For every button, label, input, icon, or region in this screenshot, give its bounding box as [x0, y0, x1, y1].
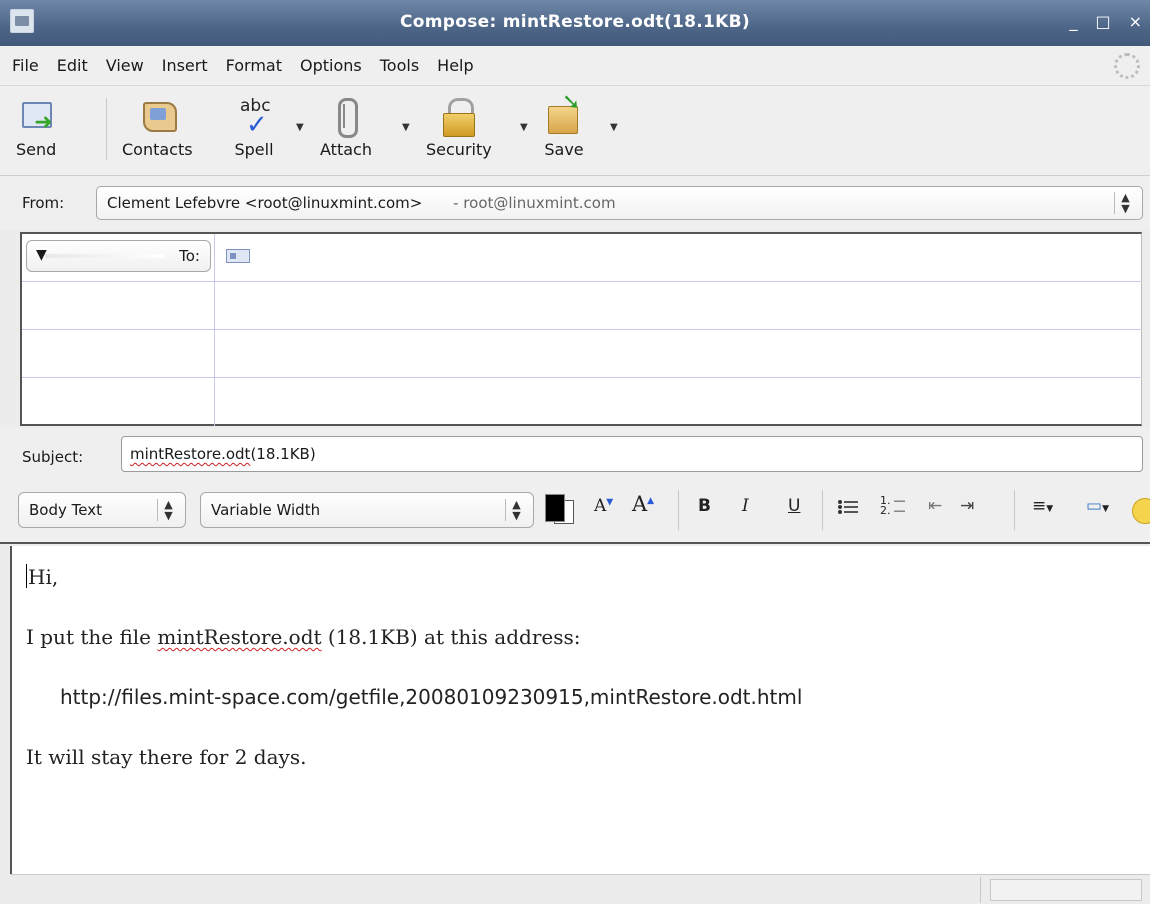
menu-help[interactable]: Help: [435, 52, 475, 79]
throbber-icon: [1114, 53, 1140, 79]
recipient-row[interactable]: [22, 330, 1142, 378]
send-label: Send: [16, 140, 57, 159]
font-select[interactable]: Variable Width ▲ ▼: [200, 492, 534, 528]
format-toolbar: Body Text ▲ ▼ Variable Width ▲ ▼ A▼ A▲ B I…: [0, 480, 1150, 544]
address-type-label: To:: [179, 247, 200, 265]
insert-image-menu-icon[interactable]: ▭▼: [1086, 496, 1109, 516]
from-row: From: Clement Lefebvre <root@linuxmint.c…: [0, 176, 1150, 230]
title-bar: Compose: mintRestore.odt(18.1KB) _ □ ×: [0, 0, 1150, 46]
save-label: Save: [544, 140, 584, 159]
underline-button[interactable]: U: [788, 496, 800, 516]
recipient-row: ▼ To:: [22, 234, 1142, 282]
indent-icon[interactable]: ⇥: [960, 496, 974, 516]
attach-button[interactable]: Attach: [320, 96, 372, 159]
menu-edit[interactable]: Edit: [55, 52, 90, 79]
misspelled-filename: mintRestore.odt: [157, 625, 322, 649]
from-label: From:: [22, 194, 65, 212]
save-folder-icon: [544, 90, 584, 136]
message-line-3: It will stay there for 2 days.: [26, 745, 307, 769]
spell-label: Spell: [234, 140, 274, 159]
message-greeting: Hi,: [26, 564, 59, 589]
updown-arrows-icon: ▲ ▼: [1114, 192, 1136, 214]
smiley-icon[interactable]: [1132, 498, 1150, 524]
paragraph-style-value: Body Text: [29, 501, 102, 519]
from-identity-select[interactable]: Clement Lefebvre <root@linuxmint.com> - …: [96, 186, 1143, 220]
menu-format[interactable]: Format: [224, 52, 284, 79]
security-button[interactable]: Security: [426, 96, 492, 159]
attach-label: Attach: [320, 140, 372, 159]
recipient-row[interactable]: [22, 282, 1142, 330]
subject-label: Subject:: [22, 448, 84, 466]
from-identity: Clement Lefebvre <root@linuxmint.com>: [107, 194, 423, 212]
main-toolbar: Send Contacts abc ✓ Spell ▼ Attach ▼ Sec…: [0, 86, 1150, 176]
address-card-icon: [226, 249, 250, 263]
menu-insert[interactable]: Insert: [160, 52, 210, 79]
security-dropdown-arrow-icon[interactable]: ▼: [520, 122, 528, 133]
bold-button[interactable]: B: [698, 496, 711, 516]
message-line-1: I put the file mintRestore.odt (18.1KB) …: [26, 625, 581, 649]
toolbar-separator: [106, 98, 107, 160]
italic-button[interactable]: I: [742, 496, 749, 516]
font-value: Variable Width: [211, 501, 321, 519]
numbered-list-icon[interactable]: 1. ― 2. ―: [880, 495, 905, 516]
outdent-icon[interactable]: ⇤: [928, 496, 942, 516]
window-title: Compose: mintRestore.odt(18.1KB): [400, 12, 750, 32]
subject-text: (18.1KB): [250, 445, 316, 463]
save-button[interactable]: Save: [544, 90, 584, 159]
contacts-label: Contacts: [122, 140, 193, 159]
align-menu-icon[interactable]: ≡▼: [1032, 496, 1053, 516]
paragraph-style-select[interactable]: Body Text ▲ ▼: [18, 492, 186, 528]
spell-button[interactable]: abc ✓ Spell: [234, 96, 274, 159]
bulleted-list-icon[interactable]: [838, 498, 858, 516]
contacts-button[interactable]: Contacts: [122, 96, 193, 159]
font-smaller-button[interactable]: A▼: [594, 496, 613, 516]
subject-misspelled-word: mintRestore.odt: [130, 445, 251, 463]
close-button[interactable]: ×: [1129, 12, 1142, 31]
subject-input[interactable]: mintRestore.odt(18.1KB): [121, 436, 1143, 472]
spellcheck-icon: abc ✓: [240, 96, 271, 140]
font-larger-button[interactable]: A▲: [632, 492, 654, 516]
status-bar: [10, 874, 1150, 904]
maximize-button[interactable]: □: [1095, 12, 1110, 31]
recipient-list: ▼ To:: [20, 232, 1142, 426]
updown-arrows-icon: ▲ ▼: [157, 499, 179, 521]
lock-icon: [439, 96, 479, 137]
window-controls: _ □ ×: [1069, 12, 1142, 31]
security-label: Security: [426, 140, 492, 159]
send-button[interactable]: Send: [16, 96, 56, 159]
text-color-swatch[interactable]: [545, 494, 565, 522]
text-caret: [26, 564, 27, 588]
menu-tools[interactable]: Tools: [378, 52, 421, 79]
menu-options[interactable]: Options: [298, 52, 364, 79]
attach-dropdown-arrow-icon[interactable]: ▼: [402, 122, 410, 133]
from-account: - root@linuxmint.com: [453, 194, 616, 212]
address-book-icon: [137, 96, 178, 136]
subject-row: Subject: mintRestore.odt(18.1KB): [0, 428, 1150, 480]
menu-view[interactable]: View: [104, 52, 146, 79]
paperclip-icon: [326, 96, 366, 138]
status-progress-box: [990, 879, 1142, 901]
message-body[interactable]: Hi, I put the file mintRestore.odt (18.1…: [10, 546, 1150, 874]
save-dropdown-arrow-icon[interactable]: ▼: [610, 122, 618, 133]
spell-dropdown-arrow-icon[interactable]: ▼: [296, 122, 304, 133]
menu-bar: File Edit View Insert Format Options Too…: [0, 46, 1150, 86]
message-link: http://files.mint-space.com/getfile,2008…: [60, 685, 803, 709]
send-icon: [16, 96, 56, 136]
recipient-row[interactable]: [22, 378, 1142, 426]
minimize-button[interactable]: _: [1069, 12, 1077, 31]
address-type-select[interactable]: ▼ To:: [26, 240, 211, 272]
updown-arrows-icon: ▲ ▼: [505, 499, 527, 521]
menu-file[interactable]: File: [10, 52, 41, 79]
